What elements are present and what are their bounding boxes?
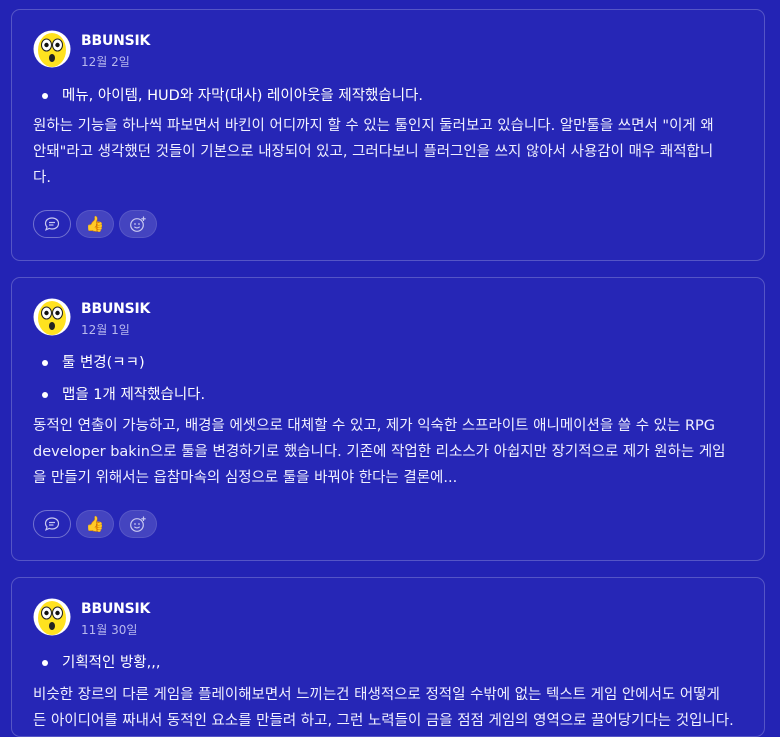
post-bullets: 기획적인 방황,,, [40,653,160,685]
post-date: 12월 1일 [81,323,130,337]
comment-icon [44,217,60,231]
avatar[interactable] [33,30,71,68]
comment-button[interactable] [33,210,71,238]
body-line: 든 아이디어를 짜내서 동적인 요소를 만들려 하고, 그런 노력들이 금을 점… [33,713,734,729]
post-card: BBUNSIK 12월 2일 메뉴, 아이템, HUD와 자막(대사) 레이아웃… [11,9,765,261]
comment-button[interactable] [33,510,71,538]
post-body: 동적인 연출이 가능하고, 배경을 에셋으로 대체할 수 있고, 제가 익숙한 … [33,413,745,491]
bullet-item: 기획적인 방황,,, [40,653,160,685]
post-bullets: 툴 변경(ㅋㅋ) 맵을 1개 제작했습니다. [40,353,205,417]
post-card: BBUNSIK 11월 30일 기획적인 방황,,, 비슷한 장르의 다른 게임… [11,577,765,737]
body-line: 비슷한 장르의 다른 게임을 플레이해보면서 느끼는건 태생적으로 정적일 수밖… [33,687,720,703]
bullet-item: 툴 변경(ㅋㅋ) [40,353,205,385]
post-body: 원하는 기능을 하나씩 파보면서 바킨이 어디까지 할 수 있는 툴인지 둘러보… [33,113,745,191]
post-author[interactable]: BBUNSIK [81,301,150,317]
post-body: 비슷한 장르의 다른 게임을 플레이해보면서 느끼는건 태생적으로 정적일 수밖… [33,682,745,734]
post-author[interactable]: BBUNSIK [81,601,150,617]
body-line: 동적인 연출이 가능하고, 배경을 에셋으로 대체할 수 있고, 제가 익숙한 … [33,418,716,434]
thumbs-up-reaction[interactable]: 👍 [76,210,114,238]
avatar[interactable] [33,598,71,636]
add-reaction-icon [130,216,146,232]
thumbs-up-icon: 👍 [85,514,105,533]
thumbs-up-icon: 👍 [85,214,105,233]
post-card: BBUNSIK 12월 1일 툴 변경(ㅋㅋ) 맵을 1개 제작했습니다. 동적… [11,277,765,561]
add-reaction-button[interactable] [119,210,157,238]
body-line: 원하는 기능을 하나씩 파보면서 바킨이 어디까지 할 수 있는 툴인지 둘러보… [33,118,714,134]
body-line: 다. [33,170,51,186]
thumbs-up-reaction[interactable]: 👍 [76,510,114,538]
post-author[interactable]: BBUNSIK [81,33,150,49]
post-date: 12월 2일 [81,55,130,69]
comment-icon [44,517,60,531]
add-reaction-button[interactable] [119,510,157,538]
add-reaction-icon [130,516,146,532]
post-date: 11월 30일 [81,623,138,637]
body-line: developer bakin으로 툴을 변경하기로 했습니다. 기존에 작업한… [33,444,726,460]
body-line: 을 만들기 위해서는 읍참마속의 심정으로 툴을 바꿔야 한다는 결론에... [33,470,458,486]
body-line: 안돼"라고 생각했던 것들이 기본으로 내장되어 있고, 그러다보니 플러그인을… [33,144,714,160]
avatar[interactable] [33,298,71,336]
